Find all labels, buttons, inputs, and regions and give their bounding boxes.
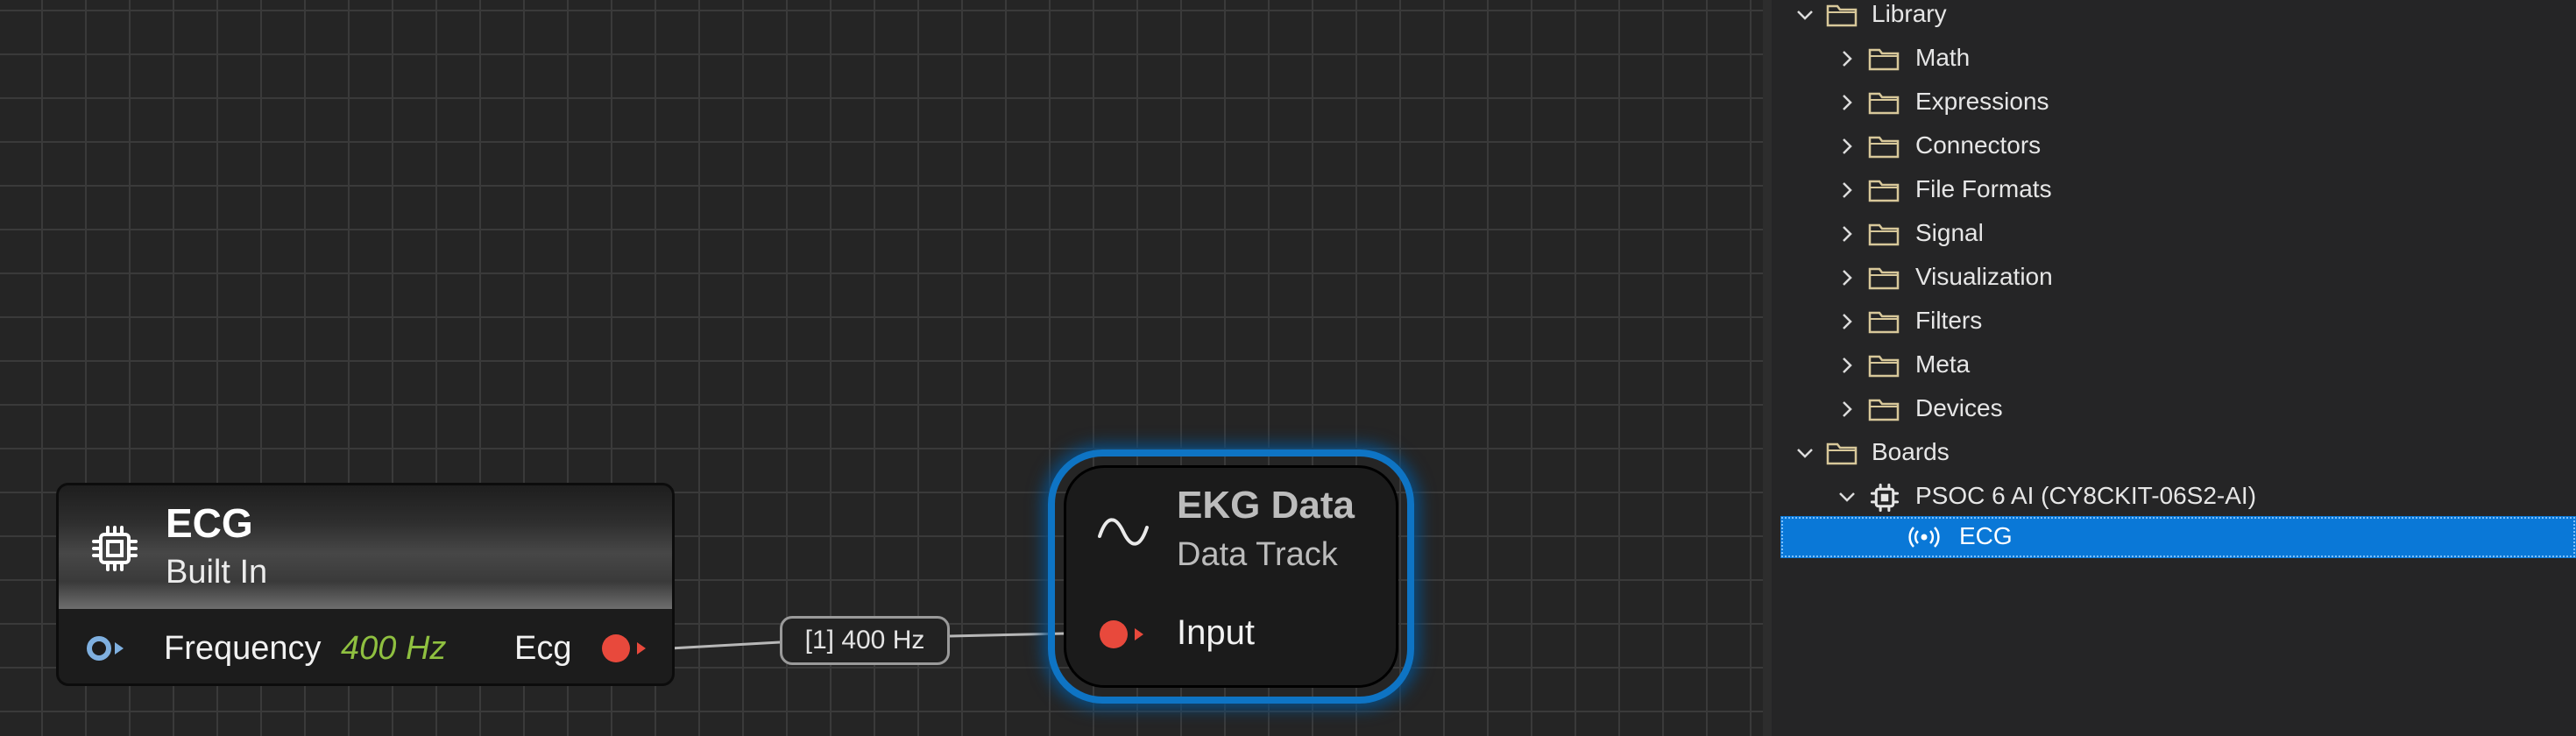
folder-icon (1826, 4, 1858, 27)
folder-icon (1868, 92, 1900, 115)
folder-icon (1868, 223, 1900, 246)
tree-item-devices[interactable]: Devices (1772, 387, 2576, 431)
tree-item-meta[interactable]: Meta (1772, 343, 2576, 387)
library-tree-panel[interactable]: Library Math Expressions Connectors File… (1772, 0, 2576, 736)
chevron-right-icon[interactable] (1836, 92, 1858, 113)
chevron-right-icon[interactable] (1836, 180, 1858, 201)
tree-item-label: Expressions (1915, 88, 2049, 115)
frequency-value[interactable]: 400 Hz (341, 630, 446, 668)
tree-item-connectors[interactable]: Connectors (1772, 124, 2576, 168)
chevron-right-icon[interactable] (1836, 48, 1858, 69)
tree-item-label: File Formats (1915, 175, 2052, 202)
chevron-right-icon[interactable] (1836, 355, 1858, 376)
tree-item-file-formats[interactable]: File Formats (1772, 168, 2576, 212)
folder-icon (1868, 399, 1900, 421)
sine-wave-icon (1098, 518, 1149, 546)
tree-item-label: PSOC 6 AI (CY8CKIT-06S2-AI) (1915, 482, 2257, 509)
chevron-right-icon[interactable] (1836, 311, 1858, 332)
node-subtitle: Data Track (1177, 536, 1338, 573)
tree-item-expressions[interactable]: Expressions (1772, 81, 2576, 124)
chevron-right-icon[interactable] (1836, 223, 1858, 244)
tree-item-label: Library (1872, 0, 1947, 27)
folder-icon (1826, 442, 1858, 465)
wire-label[interactable]: [1] 400 Hz (780, 616, 950, 665)
tree-item-label: Math (1915, 44, 1971, 71)
output-port-icon[interactable] (598, 631, 651, 666)
chevron-down-icon[interactable] (1836, 486, 1858, 507)
ecg-node-header[interactable] (59, 485, 672, 609)
folder-icon (1868, 180, 1900, 202)
chevron-down-icon[interactable] (1794, 4, 1815, 25)
broadcast-icon (1908, 527, 1940, 548)
folder-icon (1868, 267, 1900, 290)
chevron-right-icon[interactable] (1836, 267, 1858, 288)
node-graph-canvas[interactable]: ECG Built In Frequency 400 Hz Ecg [1] 40… (0, 0, 1763, 736)
tree-item-label: ECG (1959, 522, 2013, 549)
chip-icon (1870, 483, 1900, 513)
tree-item-signal[interactable]: Signal (1772, 212, 2576, 256)
ekg-data-node[interactable]: EKG Data Data Track Input (1064, 465, 1398, 688)
frequency-port-label: Frequency (164, 630, 322, 667)
tree-item-label: Connectors (1915, 131, 2042, 159)
node-title: EKG Data (1177, 484, 1355, 527)
folder-icon (1868, 355, 1900, 378)
tree-item-label: Signal (1915, 219, 1984, 246)
panel-splitter[interactable] (1763, 0, 1772, 736)
tree-item-boards[interactable]: Boards (1772, 431, 2576, 475)
tree-item-label: Devices (1915, 394, 2003, 421)
input-port-label: Input (1177, 613, 1255, 652)
folder-icon (1868, 136, 1900, 159)
input-port-icon[interactable] (85, 633, 132, 664)
input-port-icon[interactable] (1096, 617, 1149, 652)
tree-item-label: Filters (1915, 307, 1983, 334)
chevron-down-icon[interactable] (1794, 442, 1815, 464)
chevron-right-icon[interactable] (1836, 136, 1858, 157)
node-title: ECG (166, 500, 253, 546)
chevron-right-icon[interactable] (1836, 399, 1858, 420)
tree-item-math[interactable]: Math (1772, 37, 2576, 81)
tree-item-ecg-device[interactable]: ECG (1780, 516, 2576, 558)
folder-icon (1868, 311, 1900, 334)
tree-item-psoc-board[interactable]: PSOC 6 AI (CY8CKIT-06S2-AI) (1772, 475, 2576, 519)
folder-icon (1868, 48, 1900, 71)
tree-item-label: Meta (1915, 350, 1971, 378)
chip-icon (92, 526, 138, 571)
ecg-output-port-label: Ecg (514, 630, 572, 667)
ecg-source-node[interactable]: ECG Built In Frequency 400 Hz Ecg (56, 483, 675, 686)
tree-item-visualization[interactable]: Visualization (1772, 256, 2576, 300)
tree-item-label: Boards (1872, 438, 1950, 465)
tree-item-library[interactable]: Library (1772, 0, 2576, 37)
tree-item-filters[interactable]: Filters (1772, 300, 2576, 343)
node-subtitle: Built In (166, 554, 268, 591)
tree-item-label: Visualization (1915, 263, 2053, 290)
